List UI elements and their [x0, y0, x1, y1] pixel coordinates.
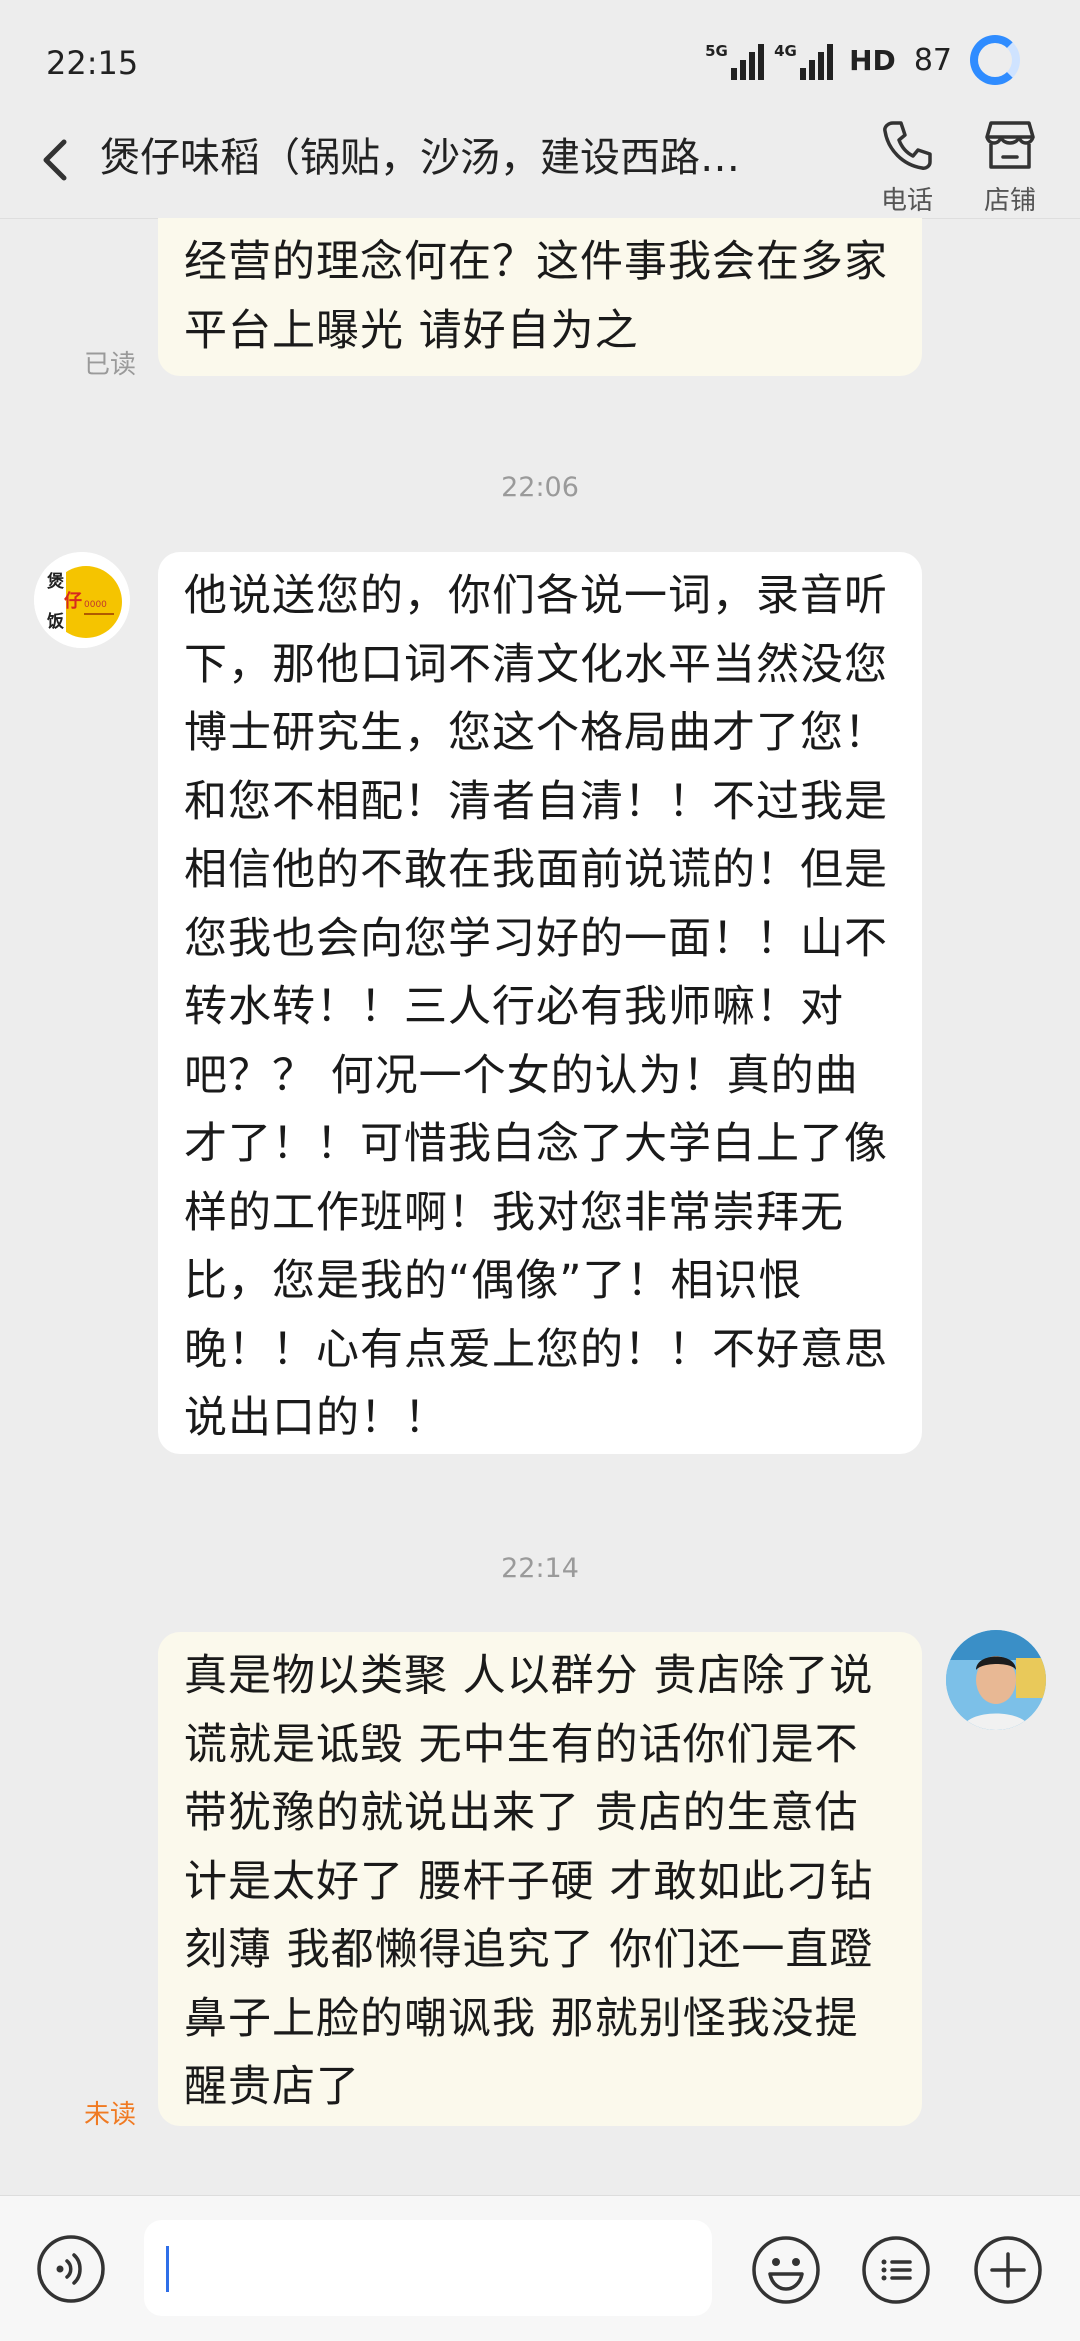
plus-icon: [974, 2236, 1042, 2304]
svg-text:饭: 饭: [46, 611, 64, 632]
phone-button[interactable]: 电话: [862, 110, 952, 217]
signal-4g-label: 4G: [774, 42, 797, 60]
shop-logo-icon: 煲 仔 饭 0000: [34, 552, 130, 648]
message-bubble-received[interactable]: 他说送您的，你们各说一词，录音听下，那他口词不清文化水平当然没您博士研究生，您这…: [158, 552, 922, 1454]
unread-status: 未读: [84, 2100, 137, 2130]
status-icons: 5G 4G HD 87: [705, 30, 1020, 90]
read-status: 已读: [84, 350, 137, 380]
message-timestamp: 22:14: [501, 1553, 579, 1584]
emoji-icon: [752, 2236, 820, 2304]
svg-text:仔: 仔: [64, 590, 82, 612]
user-avatar[interactable]: [946, 1630, 1046, 1730]
user-photo-icon: [946, 1630, 1046, 1730]
chevron-left-icon: [43, 139, 67, 181]
input-bar: [0, 2195, 1080, 2341]
chat-title: 煲仔味稻（锅贴，沙汤，建设西路…: [100, 135, 740, 181]
signal-5g-icon: 5G: [705, 40, 765, 80]
phone-icon: [883, 121, 932, 170]
message-timestamp: 22:06: [501, 472, 579, 503]
message-bubble-sent[interactable]: 经营的理念何在？这件事我会在多家平台上曝光 请好自为之: [158, 218, 922, 376]
shop-icon: [985, 121, 1035, 169]
status-bar: 22:15 5G 4G HD 87: [0, 0, 1080, 110]
status-time: 22:15: [46, 44, 139, 82]
hd-voice-icon: HD: [849, 43, 896, 77]
list-icon: [862, 2236, 930, 2304]
shop-label: 店铺: [983, 186, 1036, 216]
shop-button[interactable]: 店铺: [965, 110, 1055, 217]
menu-button[interactable]: [860, 2234, 932, 2306]
battery-icon: [970, 35, 1020, 85]
signal-4g-icon: 4G: [774, 40, 834, 80]
message-input[interactable]: [144, 2220, 712, 2316]
message-bubble-sent[interactable]: 真是物以类聚 人以群分 贵店除了说谎就是诋毁 无中生有的话你们是不带犹豫的就说出…: [158, 1632, 922, 2126]
svg-text:煲: 煲: [47, 571, 65, 592]
chat-header: 煲仔味稻（锅贴，沙汤，建设西路… 电话 店铺: [0, 110, 1080, 219]
back-button[interactable]: [36, 130, 76, 190]
voice-icon: [37, 2235, 105, 2303]
voice-button[interactable]: [36, 2234, 106, 2304]
add-button[interactable]: [972, 2234, 1044, 2306]
shop-avatar[interactable]: 煲 仔 饭 0000: [34, 552, 130, 648]
phone-label: 电话: [880, 186, 933, 216]
signal-5g-label: 5G: [705, 42, 728, 60]
svg-text:0000: 0000: [84, 600, 107, 610]
battery-level: 87: [913, 42, 952, 78]
emoji-button[interactable]: [750, 2234, 822, 2306]
text-cursor: [166, 2246, 169, 2292]
